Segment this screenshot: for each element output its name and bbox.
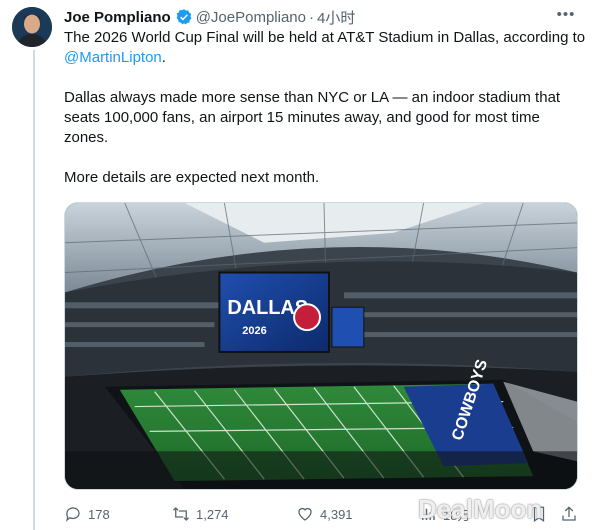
reply-count: 178 xyxy=(88,506,110,522)
heart-icon xyxy=(298,507,312,521)
more-options-icon[interactable]: ••• xyxy=(555,6,577,28)
mention-link[interactable]: @MartinLipton xyxy=(64,49,162,66)
avatar-image xyxy=(12,7,52,47)
tweet-line1: The 2026 World Cup Final will be held at… xyxy=(64,29,586,46)
tweet-paragraph-2: Dallas always made more sense than NYC o… xyxy=(64,89,561,146)
author-handle[interactable]: @JoePompliano xyxy=(196,9,306,26)
watermark-logo: DealMoon xyxy=(418,494,543,524)
repost-icon xyxy=(173,507,189,521)
reply-icon xyxy=(65,507,80,522)
verified-badge-icon xyxy=(176,9,192,25)
like-button[interactable]: 4,391 xyxy=(296,505,353,523)
thread-line xyxy=(33,50,35,530)
author-name[interactable]: Joe Pompliano xyxy=(64,9,171,26)
share-icon xyxy=(562,506,576,521)
share-button[interactable] xyxy=(560,505,578,523)
timestamp[interactable]: 4小时 xyxy=(317,7,355,28)
scoreboard-year: 2026 xyxy=(242,325,266,337)
repost-button[interactable]: 1,274 xyxy=(172,505,229,523)
repost-count: 1,274 xyxy=(196,506,229,522)
tweet-line1-end: . xyxy=(161,49,166,66)
stadium-photo: DALLAS 2026 COWBOYS xyxy=(65,203,577,489)
tweet-paragraph-3: More details are expected next month. xyxy=(64,169,320,186)
like-count: 4,391 xyxy=(320,506,353,522)
avatar[interactable] xyxy=(12,7,52,47)
tweet-text: The 2026 World Cup Final will be held at… xyxy=(64,28,586,188)
tweet-image[interactable]: DALLAS 2026 COWBOYS xyxy=(64,202,578,490)
tweet-header: Joe Pompliano @JoePompliano · 4小时 xyxy=(64,6,577,28)
separator: · xyxy=(308,8,314,26)
reply-button[interactable]: 178 xyxy=(64,505,110,523)
